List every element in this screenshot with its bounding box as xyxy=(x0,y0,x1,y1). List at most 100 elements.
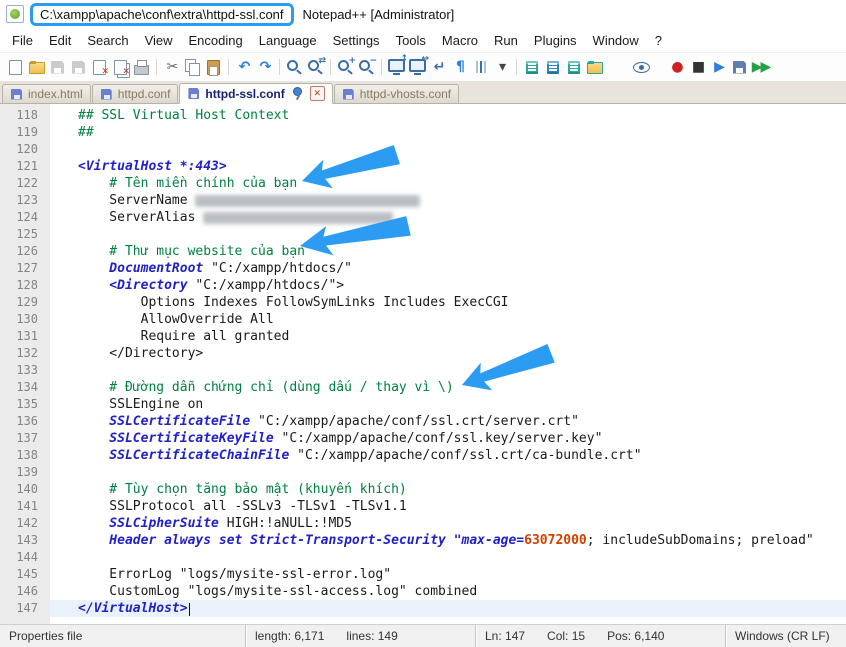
line-number: 131 xyxy=(0,328,50,345)
code-line[interactable]: 127 DocumentRoot "C:/xampp/htdocs/" xyxy=(0,260,846,277)
redo-icon[interactable]: ↷ xyxy=(254,57,275,78)
menu-view[interactable]: View xyxy=(137,30,181,51)
file-path-highlight-box: C:\xampp\apache\conf\extra\httpd-ssl.con… xyxy=(30,3,294,26)
code-line[interactable]: 131 Require all granted xyxy=(0,328,846,345)
tab-index-html[interactable]: index.html xyxy=(2,84,91,103)
code-line[interactable]: 128 <Directory "C:/xampp/htdocs/"> xyxy=(0,277,846,294)
menu-macro[interactable]: Macro xyxy=(434,30,486,51)
code-line[interactable]: 122 # Tên miền chính của bạn xyxy=(0,175,846,192)
save-recorded-macro-icon[interactable] xyxy=(729,57,750,78)
folder-as-workspace-icon[interactable] xyxy=(584,57,605,78)
toolbar-dropdown-icon[interactable]: ▾ xyxy=(491,57,512,78)
menu-run[interactable]: Run xyxy=(486,30,526,51)
menu-help[interactable]: ? xyxy=(647,30,670,51)
code-line[interactable]: 137 SSLCertificateKeyFile "C:/xampp/apac… xyxy=(0,430,846,447)
code-line[interactable]: 144 xyxy=(0,549,846,566)
code-line[interactable]: 129 Options Indexes FollowSymLinks Inclu… xyxy=(0,294,846,311)
code-line[interactable]: 141 SSLProtocol all -SSLv3 -TLSv1 -TLSv1… xyxy=(0,498,846,515)
tab-httpd-conf[interactable]: httpd.conf xyxy=(92,84,179,103)
code-line[interactable]: 142 SSLCipherSuite HIGH:!aNULL:!MD5 xyxy=(0,515,846,532)
code-line[interactable]: 123 ServerName xyxy=(0,192,846,209)
save-all-icon[interactable] xyxy=(68,57,89,78)
code-line[interactable]: 140 # Tùy chọn tăng bảo mật (khuyến khíc… xyxy=(0,481,846,498)
code-segment: ErrorLog "logs/mysite-ssl-error.log" xyxy=(78,567,391,582)
code-line[interactable]: 130 AllowOverride All xyxy=(0,311,846,328)
code-line[interactable]: 133 xyxy=(0,362,846,379)
menu-plugins[interactable]: Plugins xyxy=(526,30,585,51)
code-line[interactable]: 119## xyxy=(0,124,846,141)
close-icon[interactable] xyxy=(89,57,110,78)
print-icon[interactable] xyxy=(131,57,152,78)
toolbar-separator xyxy=(156,59,157,75)
code-line[interactable]: 118## SSL Virtual Host Context xyxy=(0,107,846,124)
record-macro-icon[interactable]: ● xyxy=(666,57,687,78)
cut-icon[interactable]: ✂ xyxy=(161,57,182,78)
indent-guide-icon[interactable] xyxy=(470,57,491,78)
code-line[interactable]: 126 # Thư mục website của bạn xyxy=(0,243,846,260)
menu-settings[interactable]: Settings xyxy=(325,30,388,51)
new-file-icon[interactable] xyxy=(5,57,26,78)
tab-close-icon[interactable]: ✕ xyxy=(310,86,325,101)
close-all-icon[interactable] xyxy=(110,57,131,78)
code-line[interactable]: 147</VirtualHost> xyxy=(0,600,846,617)
menu-language[interactable]: Language xyxy=(251,30,325,51)
open-file-icon[interactable] xyxy=(26,57,47,78)
line-number: 127 xyxy=(0,260,50,277)
code-text: # Đường dẫn chứng chỉ (dùng dấu / thay v… xyxy=(50,379,846,396)
code-line[interactable]: 143 Header always set Strict-Transport-S… xyxy=(0,532,846,549)
line-number: 133 xyxy=(0,362,50,379)
status-eol-format[interactable]: Windows (CR LF) xyxy=(725,625,846,647)
editor-lines: 118## SSL Virtual Host Context119##12012… xyxy=(0,107,846,617)
tab-httpd-vhosts-conf[interactable]: httpd-vhosts.conf xyxy=(334,84,459,103)
code-line[interactable]: 120 xyxy=(0,141,846,158)
code-line[interactable]: 145 ErrorLog "logs/mysite-ssl-error.log" xyxy=(0,566,846,583)
menu-file[interactable]: File xyxy=(4,30,41,51)
code-line[interactable]: 125 xyxy=(0,226,846,243)
code-text xyxy=(50,141,846,158)
sync-scroll-vertical-icon[interactable]: ↕ xyxy=(386,57,407,78)
editor[interactable]: 118## SSL Virtual Host Context119##12012… xyxy=(0,104,846,628)
code-line[interactable]: 124 ServerAlias xyxy=(0,209,846,226)
tab-httpd-ssl-conf[interactable]: httpd-ssl.conf✕ xyxy=(179,83,332,104)
eol-label: Windows (CR LF) xyxy=(735,629,830,643)
run-macro-multiple-icon[interactable]: ▶▶ xyxy=(750,57,771,78)
file-icon xyxy=(10,88,23,101)
code-line[interactable]: 132 </Directory> xyxy=(0,345,846,362)
code-line[interactable]: 139 xyxy=(0,464,846,481)
show-all-characters-icon[interactable]: ¶ xyxy=(449,57,470,78)
code-line[interactable]: 121<VirtualHost *:443> xyxy=(0,158,846,175)
find-icon[interactable] xyxy=(284,57,305,78)
document-list-icon[interactable] xyxy=(563,57,584,78)
code-line[interactable]: 138 SSLCertificateChainFile "C:/xampp/ap… xyxy=(0,447,846,464)
code-line[interactable]: 135 SSLEngine on xyxy=(0,396,846,413)
code-segment: SSLProtocol all -SSLv3 -TLSv1 -TLSv1.1 xyxy=(78,499,407,514)
document-map-icon[interactable] xyxy=(542,57,563,78)
word-wrap-icon[interactable]: ↵ xyxy=(428,57,449,78)
code-line[interactable]: 146 CustomLog "logs/mysite-ssl-access.lo… xyxy=(0,583,846,600)
menu-search[interactable]: Search xyxy=(79,30,136,51)
function-list-icon[interactable] xyxy=(521,57,542,78)
code-segment: 63072000 xyxy=(524,533,587,548)
monitoring-icon[interactable] xyxy=(631,57,652,78)
menu-tools[interactable]: Tools xyxy=(388,30,434,51)
code-line[interactable]: 136 SSLCertificateFile "C:/xampp/apache/… xyxy=(0,413,846,430)
code-text: </Directory> xyxy=(50,345,846,362)
replace-icon[interactable]: ⇄ xyxy=(305,57,326,78)
code-segment: # Đường dẫn chứng chỉ (dùng dấu / thay v… xyxy=(78,380,454,395)
code-segment: "C:/xampp/apache/conf/ssl.key/server.key… xyxy=(282,431,603,446)
undo-icon[interactable]: ↶ xyxy=(233,57,254,78)
zoom-out-icon[interactable]: − xyxy=(356,57,377,78)
save-icon[interactable] xyxy=(47,57,68,78)
paste-icon[interactable] xyxy=(203,57,224,78)
playback-macro-icon[interactable]: ▶ xyxy=(708,57,729,78)
code-segment: Require all granted xyxy=(78,329,289,344)
copy-icon[interactable] xyxy=(182,57,203,78)
menu-window[interactable]: Window xyxy=(585,30,647,51)
code-line[interactable]: 134 # Đường dẫn chứng chỉ (dùng dấu / th… xyxy=(0,379,846,396)
zoom-in-icon[interactable]: + xyxy=(335,57,356,78)
menu-encoding[interactable]: Encoding xyxy=(181,30,251,51)
menu-edit[interactable]: Edit xyxy=(41,30,79,51)
sync-scroll-horizontal-icon[interactable]: ↔ xyxy=(407,57,428,78)
stop-recording-icon[interactable]: ■ xyxy=(687,57,708,78)
pin-icon[interactable] xyxy=(292,87,304,101)
